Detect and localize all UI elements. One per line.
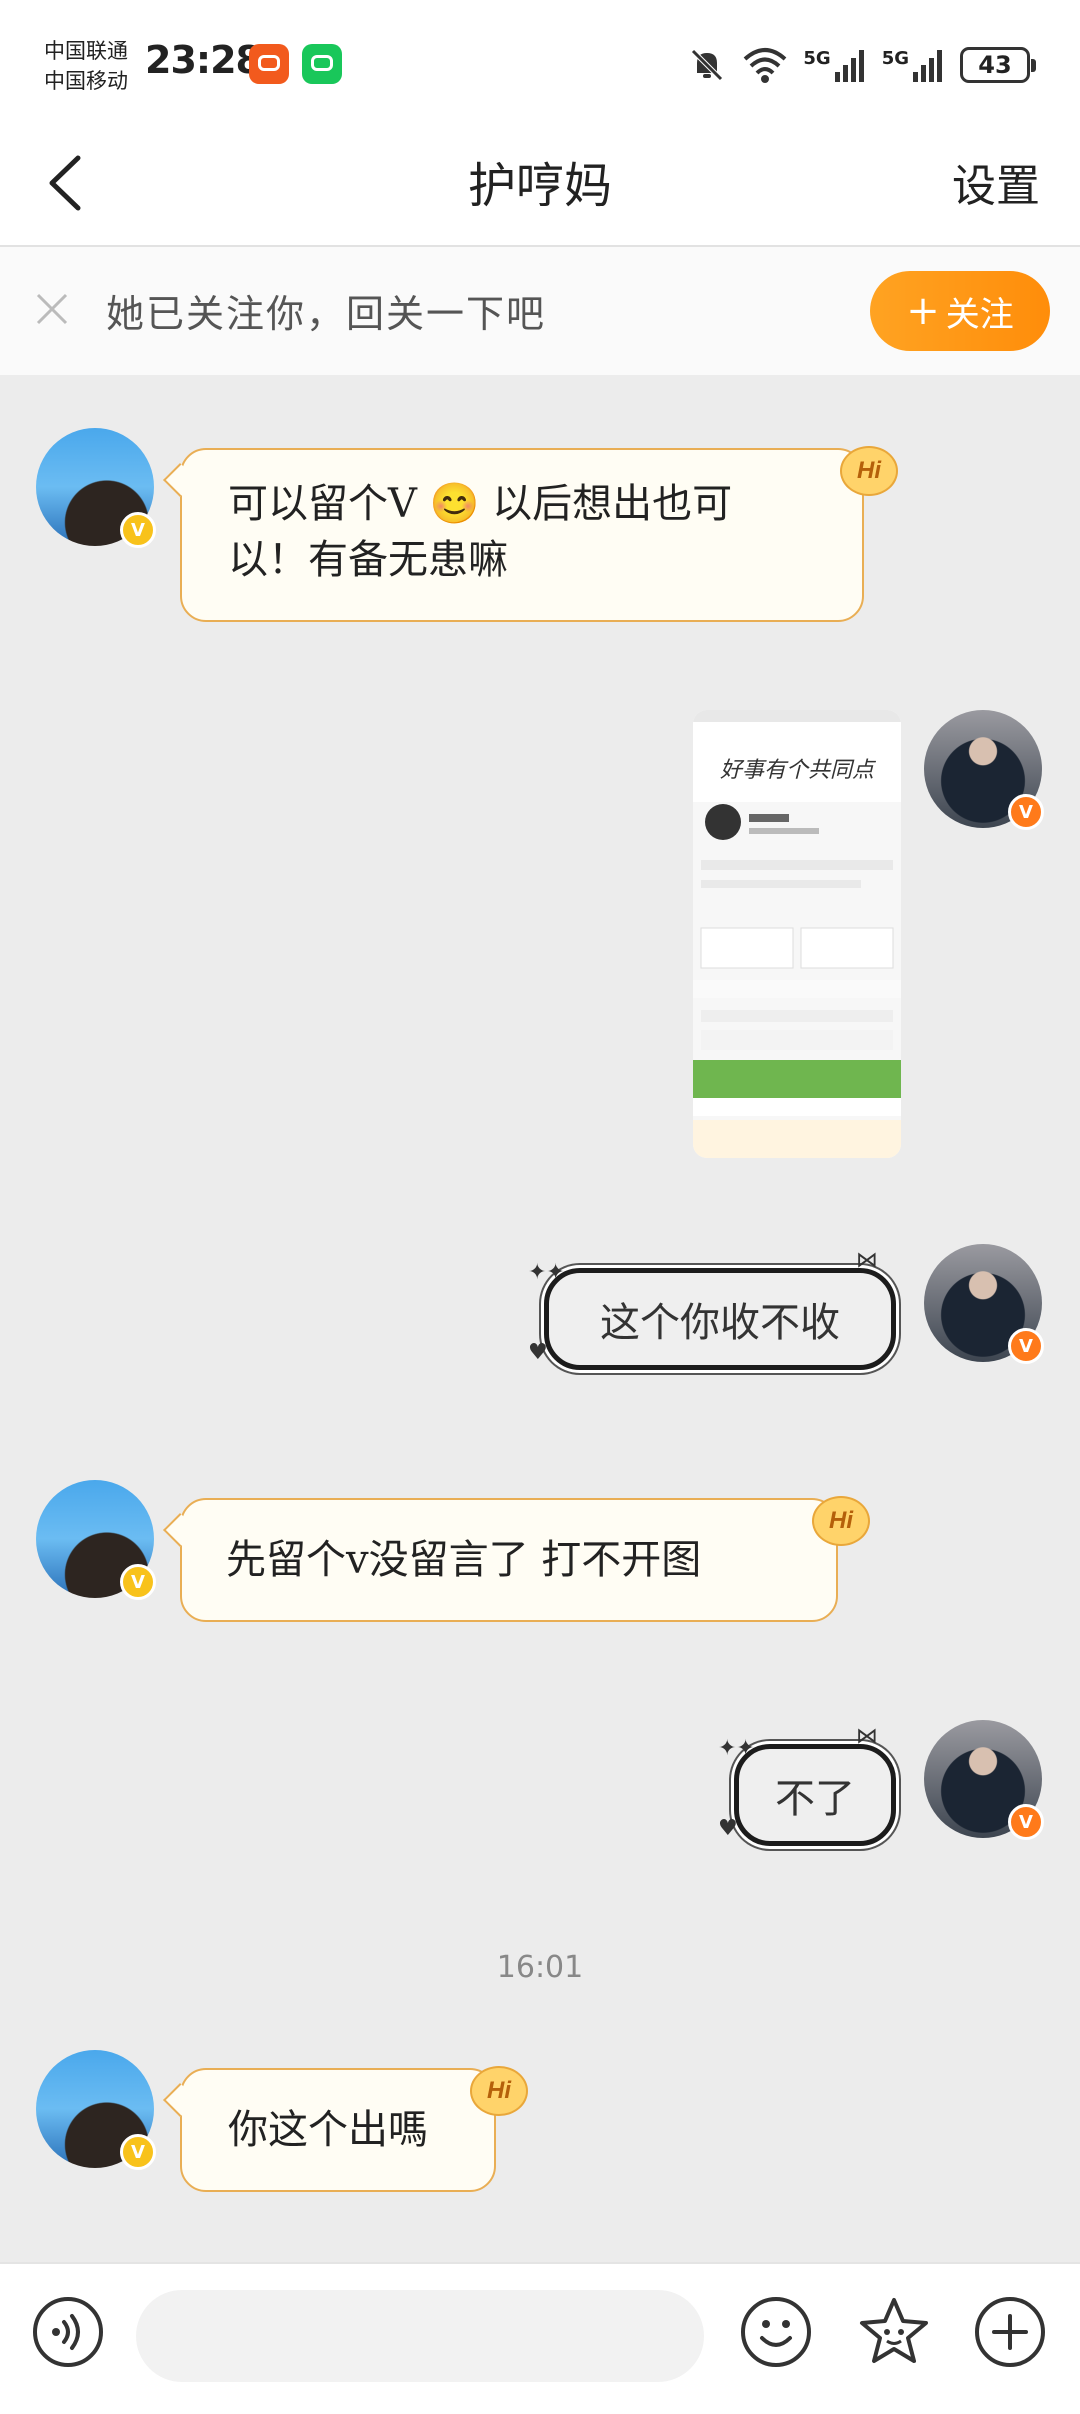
settings-button[interactable]: 设置 bbox=[952, 150, 1040, 214]
avatar[interactable]: V bbox=[924, 1244, 1044, 1364]
follow-button-label: 关注 bbox=[945, 294, 1014, 335]
screenshot-caption: 好事有个共同点 bbox=[719, 758, 874, 783]
chat-header: 护哼妈 设置 bbox=[0, 120, 1080, 247]
verified-badge-icon: V bbox=[120, 1564, 156, 1600]
bow-decoration-icon: ⋈ bbox=[856, 1724, 878, 1749]
heart-decoration-icon: ♥ bbox=[528, 1340, 548, 1365]
message-text: 可以留个V bbox=[228, 481, 417, 527]
network-type-2: 5G bbox=[881, 48, 909, 69]
message-bubble[interactable]: 不了 bbox=[734, 1744, 896, 1846]
battery-indicator: 43 bbox=[960, 47, 1036, 83]
shared-screenshot-image[interactable]: 好事有个共同点 bbox=[693, 710, 901, 1158]
follow-prompt-text: 她已关注你，回关一下吧 bbox=[106, 292, 547, 336]
hi-badge-icon: Hi bbox=[470, 2066, 528, 2116]
hi-badge-icon: Hi bbox=[840, 446, 898, 496]
bow-decoration-icon: ⋈ bbox=[856, 1248, 878, 1273]
plus-circle-icon[interactable] bbox=[972, 2294, 1048, 2370]
avatar[interactable]: V bbox=[36, 2050, 156, 2170]
verified-badge-icon: V bbox=[1008, 1328, 1044, 1364]
message-bubble[interactable]: 你这个出嗎 bbox=[180, 2068, 496, 2192]
message-text: 不了 bbox=[775, 1776, 855, 1822]
carrier-2: 中国移动 bbox=[44, 69, 128, 93]
hi-badge-icon: Hi bbox=[812, 1496, 870, 1546]
message-bubble[interactable]: 可以留个V 😊 以后想出也可 以！有备无患嘛 bbox=[180, 448, 864, 622]
follow-back-banner: 她已关注你，回关一下吧 + 关注 bbox=[0, 247, 1080, 375]
star-face-icon[interactable] bbox=[856, 2294, 932, 2370]
verified-badge-icon: V bbox=[1008, 1804, 1044, 1840]
input-bar bbox=[0, 2262, 1080, 2414]
signal-1: 5G bbox=[803, 48, 867, 82]
avatar[interactable]: V bbox=[36, 1480, 156, 1600]
plus-icon: + bbox=[906, 288, 940, 334]
verified-badge-icon: V bbox=[1008, 794, 1044, 830]
signal-bars-icon bbox=[834, 50, 864, 82]
bell-off-icon bbox=[691, 49, 724, 81]
message-input[interactable] bbox=[136, 2290, 704, 2382]
sparkle-decoration-icon: ✦✦ bbox=[718, 1736, 755, 1761]
wifi-icon bbox=[744, 48, 787, 83]
network-type-1: 5G bbox=[803, 48, 831, 69]
verified-badge-icon: V bbox=[120, 512, 156, 548]
avatar[interactable]: V bbox=[924, 1720, 1044, 1840]
status-icons: 5G 5G 43 bbox=[687, 40, 1036, 90]
video-app-notification-icon bbox=[249, 44, 289, 84]
wechat-notification-icon bbox=[302, 44, 342, 84]
voice-icon[interactable] bbox=[30, 2294, 106, 2370]
clock: 23:28 bbox=[145, 38, 262, 82]
message-text: 你这个出嗎 bbox=[228, 2107, 428, 2153]
message-text: 以后想出也可 bbox=[492, 481, 733, 527]
signal-bars-icon bbox=[913, 50, 942, 82]
smile-icon[interactable] bbox=[738, 2294, 814, 2370]
smile-emoji: 😊 bbox=[429, 481, 480, 527]
carrier-labels: 中国联通 中国移动 bbox=[44, 36, 128, 96]
signal-2: 5G bbox=[882, 48, 946, 82]
page-title: 护哼妈 bbox=[467, 158, 612, 214]
message-timestamp: 16:01 bbox=[496, 1950, 584, 1985]
carrier-1: 中国联通 bbox=[44, 39, 128, 63]
message-text: 这个你收不收 bbox=[600, 1300, 840, 1346]
status-bar: 中国联通 中国移动 23:28 5G 5G 43 bbox=[0, 0, 1080, 120]
message-bubble[interactable]: 这个你收不收 bbox=[544, 1268, 896, 1370]
follow-button[interactable]: + 关注 bbox=[870, 271, 1050, 351]
avatar[interactable]: V bbox=[36, 428, 156, 548]
verified-badge-icon: V bbox=[120, 2134, 156, 2170]
message-text: 先留个v没留言了 打不开图 bbox=[226, 1537, 702, 1583]
message-bubble[interactable]: 先留个v没留言了 打不开图 bbox=[180, 1498, 838, 1622]
message-text: 以！有备无患嘛 bbox=[228, 537, 508, 583]
sparkle-decoration-icon: ✦✦ bbox=[528, 1260, 565, 1285]
heart-decoration-icon: ♥ bbox=[718, 1816, 738, 1841]
close-icon[interactable] bbox=[30, 287, 74, 331]
avatar[interactable]: V bbox=[924, 710, 1044, 830]
